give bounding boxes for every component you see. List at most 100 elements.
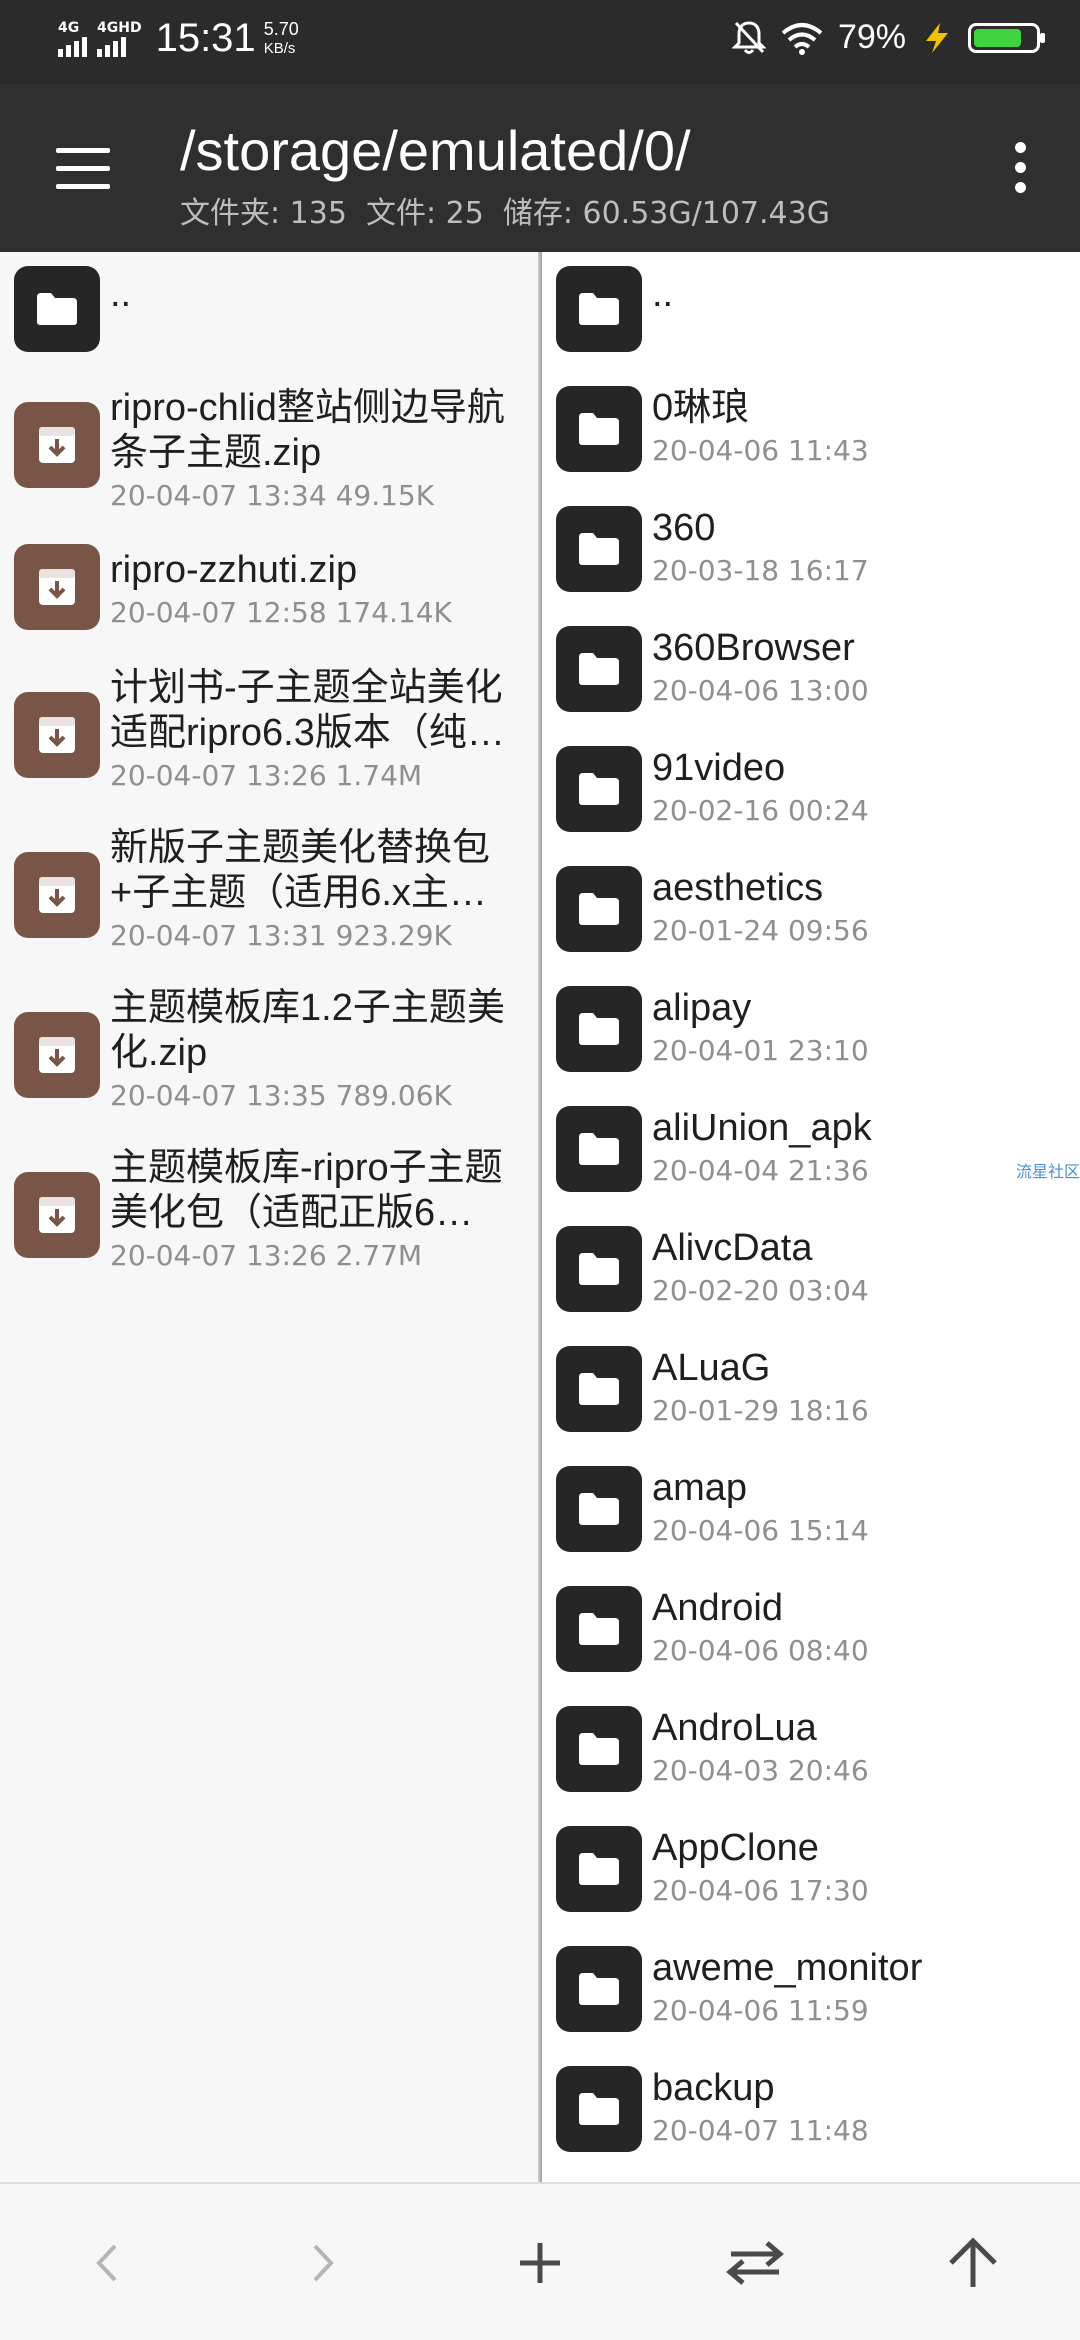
network-type-2: 4GHD <box>97 19 142 36</box>
folder-row[interactable]: Android 20-04-06 08:40 <box>542 1572 1080 1692</box>
folder-icon <box>579 1733 619 1765</box>
right-file-pane[interactable]: .. 0琳琅 20-04-06 11:43 360 20-03-18 16:17 360B… <box>542 252 1080 2182</box>
battery-percent: 79% <box>837 18 906 56</box>
folder-tile <box>556 1346 642 1432</box>
file-meta: 20-04-07 12:58 174.14K <box>110 596 452 629</box>
network-type-1: 4G <box>58 19 80 36</box>
file-name: ripro-chlid整站侧边导航条子主题.zip <box>110 387 505 474</box>
swap-panes-button[interactable] <box>720 2228 790 2298</box>
archive-tile <box>14 1012 100 1098</box>
folder-icon <box>579 653 619 685</box>
row-text: alipay 20-04-01 23:10 <box>652 986 1072 1069</box>
network-speed: 5.70 KB/s <box>264 19 299 59</box>
folder-icon <box>579 1493 619 1525</box>
storage-summary: 文件夹: 135 文件: 25 储存: 60.53G/107.43G <box>180 196 830 231</box>
folder-row[interactable]: aliUnion_apk 20-04-04 21:36 <box>542 1092 1080 1212</box>
clock: 15:31 <box>155 16 256 60</box>
speed-unit: KB/s <box>263 39 296 57</box>
file-name: 主题模板库-ripro子主题美化包（适配正版6… <box>110 1147 503 1234</box>
folder-meta: 20-04-06 13:00 <box>652 674 869 707</box>
archive-icon <box>39 877 75 913</box>
row-text: backup 20-04-07 11:48 <box>652 2066 1072 2149</box>
menu-button[interactable] <box>52 144 112 192</box>
bottom-toolbar <box>0 2182 1080 2340</box>
row-text: 91video 20-02-16 00:24 <box>652 746 1072 829</box>
archive-tile <box>14 1172 100 1258</box>
more-options-button[interactable] <box>1012 140 1028 196</box>
folder-name: aliUnion_apk <box>652 1107 872 1149</box>
row-text: ripro-zzhuti.zip 20-04-07 12:58 174.14K <box>110 548 530 631</box>
folder-row[interactable]: 0琳琅 20-04-06 11:43 <box>542 372 1080 492</box>
folder-icon <box>579 893 619 925</box>
archive-icon <box>39 427 75 463</box>
up-directory-button[interactable] <box>938 2228 1008 2298</box>
folder-name: .. <box>652 273 674 315</box>
folder-tile <box>556 1466 642 1552</box>
folder-meta: 20-04-03 20:46 <box>652 1754 869 1787</box>
folder-row[interactable]: AndroLua 20-04-03 20:46 <box>542 1692 1080 1812</box>
file-meta: 20-04-07 13:35 789.06K <box>110 1079 452 1112</box>
signal-2: 4GHD <box>97 21 142 57</box>
row-text: 主题模板库-ripro子主题美化包（适配正版6… 20-04-07 13:26 2… <box>110 1146 530 1274</box>
file-name: 新版子主题美化替换包+子主题（适用6.x主… <box>110 827 491 914</box>
archive-tile <box>14 402 100 488</box>
folder-name: 0琳琅 <box>652 387 750 429</box>
row-text: .. <box>110 272 530 317</box>
folder-icon <box>579 1373 619 1405</box>
row-text: .. <box>652 272 1072 317</box>
app-bar: /storage/emulated/0/ 文件夹: 135 文件: 25 储存:… <box>0 84 1080 252</box>
row-text: aesthetics 20-01-24 09:56 <box>652 866 1072 949</box>
folder-meta: 20-02-20 03:04 <box>652 1274 869 1307</box>
folder-name: 91video <box>652 747 786 789</box>
archive-tile <box>14 544 100 630</box>
folder-meta: 20-04-04 21:36 <box>652 1154 869 1187</box>
folder-row[interactable]: amap 20-04-06 15:14 <box>542 1452 1080 1572</box>
back-button[interactable] <box>72 2228 142 2298</box>
folder-row[interactable]: aweme_monitor 20-04-06 11:59 <box>542 1932 1080 2052</box>
folder-meta: 20-04-07 11:48 <box>652 2114 869 2147</box>
folder-icon <box>579 1253 619 1285</box>
folder-row[interactable]: AlivcData 20-02-20 03:04 <box>542 1212 1080 1332</box>
signal-1: 4G <box>58 21 87 57</box>
mute-icon <box>731 20 766 54</box>
row-text: 计划书-子主题全站美化适配ripro6.3版本（纯… 20-04-07 13:26… <box>110 666 530 794</box>
folder-name: 360 <box>652 507 716 549</box>
folder-name: ALuaG <box>652 1347 771 1389</box>
folder-row[interactable]: backup 20-04-07 11:48 <box>542 2052 1080 2172</box>
folder-row[interactable]: ALuaG 20-01-29 18:16 <box>542 1332 1080 1452</box>
folder-row[interactable]: alipay 20-04-01 23:10 <box>542 972 1080 1092</box>
add-button[interactable] <box>505 2228 575 2298</box>
folder-tile <box>556 1706 642 1792</box>
battery-icon <box>968 22 1045 53</box>
forward-button[interactable] <box>288 2228 358 2298</box>
row-text: 0琳琅 20-04-06 11:43 <box>652 386 1072 469</box>
folder-icon <box>579 413 619 445</box>
archive-tile <box>14 692 100 778</box>
folder-meta: 20-04-06 11:59 <box>652 1994 869 2027</box>
folder-row[interactable]: 91video 20-02-16 00:24 <box>542 732 1080 852</box>
parent-directory-row[interactable]: .. <box>542 252 1080 372</box>
folder-name: amap <box>652 1467 748 1509</box>
folder-row[interactable]: AppClone 20-04-06 17:30 <box>542 1812 1080 1932</box>
folder-icon <box>579 1133 619 1165</box>
speed-value: 5.70 <box>263 18 299 39</box>
folder-icon <box>579 1613 619 1645</box>
folder-name: AndroLua <box>652 1707 817 1749</box>
archive-icon <box>39 717 75 753</box>
folder-meta: 20-04-06 08:40 <box>652 1634 869 1667</box>
folder-row[interactable]: 360 20-03-18 16:17 <box>542 492 1080 612</box>
swap-icon <box>726 2241 784 2285</box>
left-file-pane[interactable]: .. ripro-chlid整站侧边导航条子主题.zip 20-04-07 13:3… <box>0 252 538 2182</box>
file-name: 计划书-子主题全站美化适配ripro6.3版本（纯… <box>110 667 505 754</box>
file-name: .. <box>110 273 132 315</box>
archive-icon <box>39 1197 75 1233</box>
folder-meta: 20-04-06 15:14 <box>652 1514 869 1547</box>
folder-row[interactable]: 360Browser 20-04-06 13:00 <box>542 612 1080 732</box>
wifi-icon <box>781 22 823 55</box>
folder-meta: 20-02-16 00:24 <box>652 794 869 827</box>
folder-name: Android <box>652 1587 783 1629</box>
up-icon <box>949 2237 997 2287</box>
file-meta: 20-04-07 13:31 923.29K <box>110 919 452 952</box>
folder-icon <box>579 533 619 565</box>
folder-row[interactable]: aesthetics 20-01-24 09:56 <box>542 852 1080 972</box>
